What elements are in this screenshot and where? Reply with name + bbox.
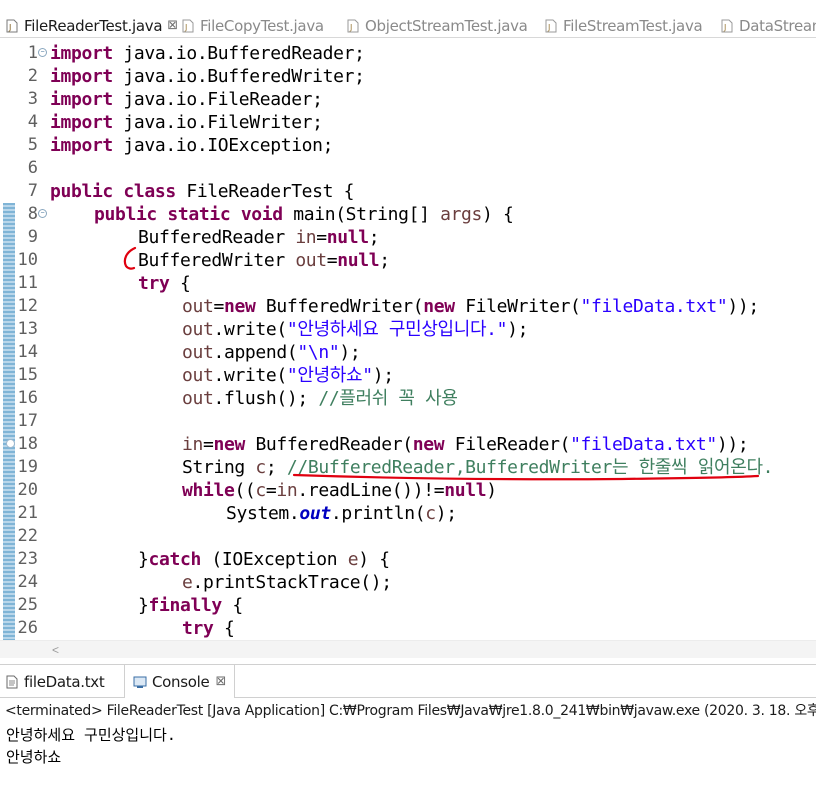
scroll-left-icon[interactable]: < — [52, 643, 59, 657]
java-file-icon: J — [6, 19, 18, 33]
code-line-12: out=new BufferedWriter(new FileWriter("f… — [182, 296, 759, 317]
tab-label: DataStream — [739, 16, 816, 35]
code-editor[interactable]: 1 2 3 4 5 6 7 8 9 10 11 12 13 14 15 16 1… — [0, 38, 816, 660]
java-file-icon: J — [347, 19, 359, 33]
line-number: 5 — [27, 135, 38, 155]
console-status-line: <terminated> FileReaderTest [Java Applic… — [5, 703, 816, 719]
tab-filestreamtest-java[interactable]: J FileStreamTest.java — [545, 13, 703, 37]
tab-filecopytest-java[interactable]: J FileCopyTest.java — [182, 13, 324, 37]
panel-tab-bar: fileData.txt Console ⊠ — [0, 664, 816, 698]
line-number: 15 — [17, 365, 38, 385]
line-number: 20 — [17, 480, 38, 500]
line-number: 23 — [17, 549, 38, 569]
override-marker-icon — [6, 439, 15, 448]
line-number: 12 — [17, 296, 38, 316]
fold-collapse-icon[interactable]: − — [38, 209, 47, 218]
line-number: 10 — [17, 250, 38, 270]
tab-label: FileStreamTest.java — [563, 16, 703, 35]
svg-text:J: J — [547, 23, 550, 32]
close-icon[interactable]: ⊠ — [167, 18, 178, 33]
close-icon[interactable]: ⊠ — [215, 674, 226, 689]
code-line-23: }catch (IOException e) { — [138, 549, 390, 570]
svg-text:J: J — [8, 23, 11, 32]
code-line-19: String c; //BufferedReader,BufferedWrite… — [182, 457, 774, 478]
line-number: 26 — [17, 618, 38, 638]
code-line-20: while((c=in.readLine())!=null) — [182, 480, 497, 501]
text-file-icon — [6, 675, 18, 689]
line-number: 11 — [17, 273, 38, 293]
code-line-11: try { — [138, 273, 191, 294]
svg-text:J: J — [723, 23, 726, 32]
line-number: 7 — [27, 181, 38, 201]
fold-collapse-icon[interactable]: − — [38, 48, 47, 57]
tab-label: Console — [152, 672, 210, 691]
code-line-2: import java.io.BufferedWriter; — [50, 66, 365, 87]
console-icon — [133, 675, 147, 688]
line-number: 24 — [17, 572, 38, 592]
line-number: 4 — [27, 112, 38, 132]
console-output[interactable]: 안녕하세요 구민상입니다. 안녕하쇼 — [0, 724, 816, 797]
line-number: 3 — [27, 89, 38, 109]
code-line-9: BufferedReader in=null; — [138, 227, 380, 248]
svg-text:J: J — [184, 23, 187, 32]
java-file-icon: J — [545, 19, 557, 33]
line-number: 25 — [17, 595, 38, 615]
code-line-25: }finally { — [138, 595, 243, 616]
code-line-18: in=new BufferedReader(new FileReader("fi… — [182, 434, 749, 455]
line-number: 13 — [17, 319, 38, 339]
red-bracket-annotation — [123, 246, 137, 270]
code-line-21: System.out.println(c); — [226, 503, 457, 524]
code-line-24: e.printStackTrace(); — [182, 572, 392, 593]
line-number: 22 — [17, 526, 38, 546]
tab-label: FileCopyTest.java — [200, 16, 324, 35]
code-line-26: try { — [182, 618, 235, 639]
java-file-icon: J — [182, 19, 194, 33]
line-number: 18 — [17, 434, 38, 454]
line-number: 6 — [27, 158, 38, 178]
tab-filereadertest-java[interactable]: J FileReaderTest.java ⊠ — [6, 13, 178, 37]
java-file-icon: J — [721, 19, 733, 33]
code-line-4: import java.io.FileWriter; — [50, 112, 323, 133]
code-line-10: BufferedWriter out=null; — [138, 250, 390, 271]
line-number: 14 — [17, 342, 38, 362]
line-number: 21 — [17, 503, 38, 523]
tab-label: FileReaderTest.java — [24, 16, 163, 35]
code-line-7: public class FileReaderTest { — [50, 181, 355, 202]
line-number: 2 — [27, 66, 38, 86]
code-line-8: public static void main(String[] args) { — [94, 204, 514, 225]
code-line-15: out.write("안녕하쇼"); — [182, 365, 394, 386]
code-line-14: out.append("\n"); — [182, 342, 361, 363]
line-number: 9 — [27, 227, 38, 247]
tab-label: ObjectStreamTest.java — [365, 16, 528, 35]
tab-filedata-txt[interactable]: fileData.txt — [6, 665, 116, 698]
code-line-3: import java.io.FileReader; — [50, 89, 323, 110]
code-line-16: out.flush(); //플러쉬 꼭 사용 — [182, 388, 458, 409]
line-number: 17 — [17, 411, 38, 431]
editor-tab-bar: J FileReaderTest.java ⊠ J FileCopyTest.j… — [0, 0, 816, 38]
code-line-5: import java.io.IOException; — [50, 135, 334, 156]
tab-label: fileData.txt — [24, 672, 105, 691]
svg-text:J: J — [349, 23, 352, 32]
change-ruler — [3, 203, 15, 640]
code-line-13: out.write("안녕하세요 구민상입니다."); — [182, 319, 529, 340]
line-number: 1 — [27, 43, 38, 63]
console-output-line: 안녕하세요 구민상입니다. — [6, 726, 176, 744]
line-number: 8 — [27, 204, 38, 224]
tab-objectstreamtest-java[interactable]: J ObjectStreamTest.java — [347, 13, 528, 37]
line-number: 16 — [17, 388, 38, 408]
horizontal-scrollbar[interactable]: < — [0, 640, 816, 658]
line-number: 19 — [17, 457, 38, 477]
code-line-1: import java.io.BufferedReader; — [50, 43, 365, 64]
console-output-line: 안녕하쇼 — [6, 748, 62, 766]
tab-console[interactable]: Console ⊠ — [124, 665, 236, 698]
tab-datastream[interactable]: J DataStream — [721, 13, 816, 37]
